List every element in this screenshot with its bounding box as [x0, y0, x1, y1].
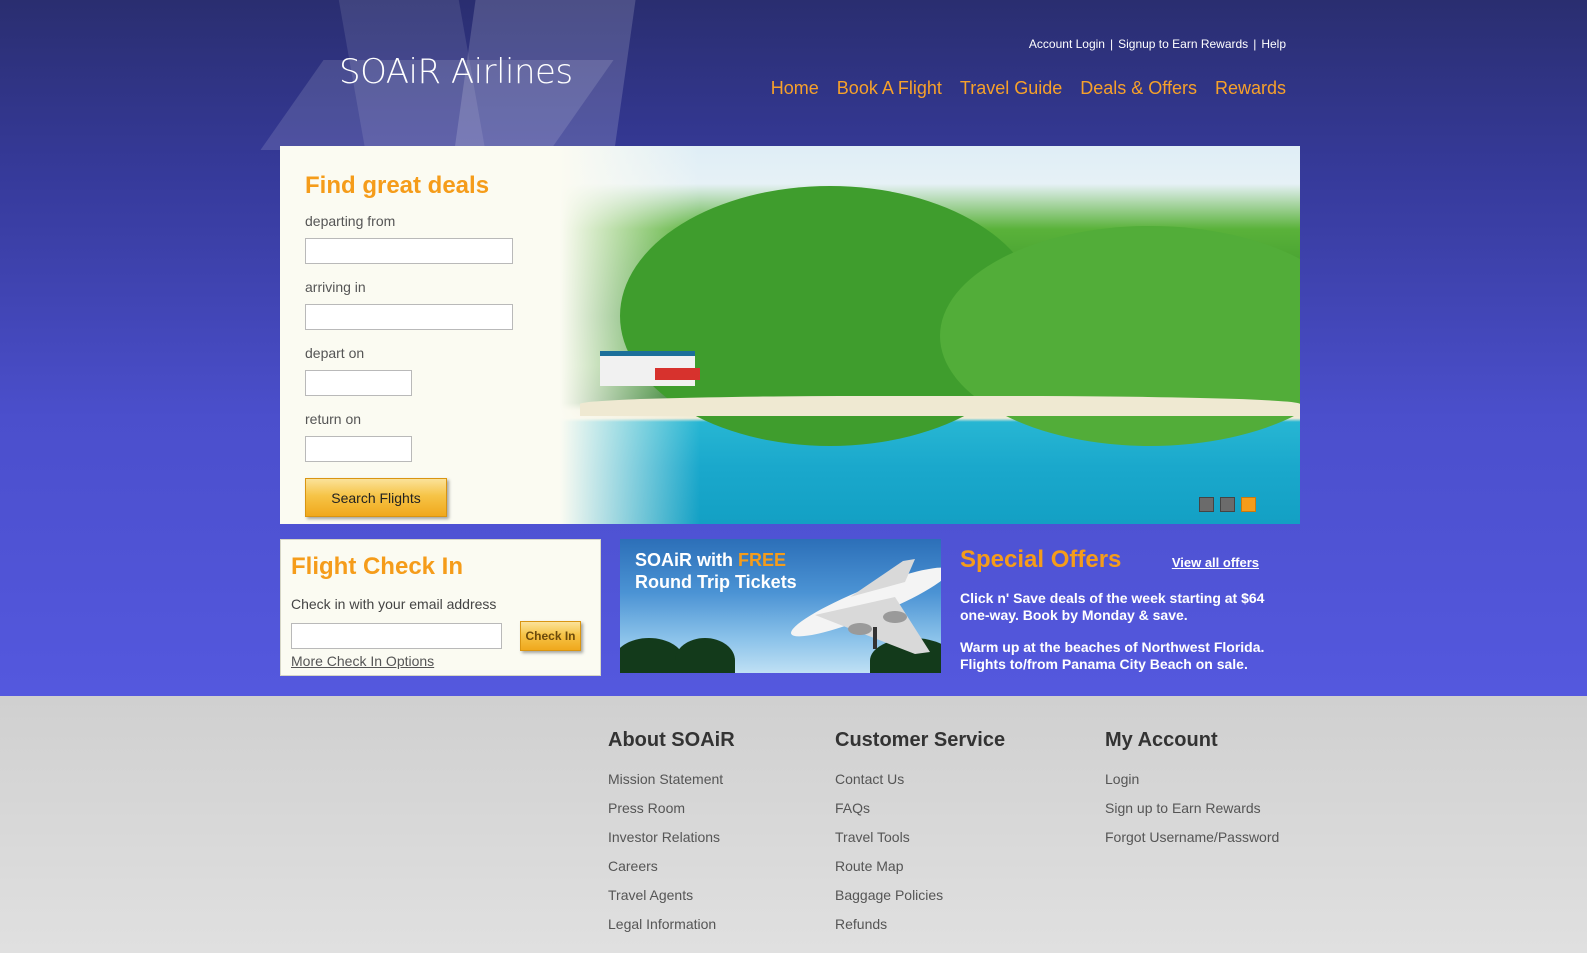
footer-service-column: Customer Service Contact Us FAQs Travel … [835, 729, 1005, 945]
footer-link-legal[interactable]: Legal Information [608, 916, 735, 933]
depart-date-label: depart on [305, 345, 365, 361]
footer-link-login[interactable]: Login [1105, 771, 1279, 788]
nav-book-a-flight[interactable]: Book A Flight [837, 78, 942, 99]
signup-rewards-link[interactable]: Signup to Earn Rewards [1118, 37, 1248, 51]
footer-link-travel-agents[interactable]: Travel Agents [608, 887, 735, 904]
footer-link-route-map[interactable]: Route Map [835, 858, 1005, 875]
slider-dot-2[interactable] [1220, 497, 1235, 512]
offers-header: Special Offers View all offers [960, 546, 1290, 574]
hero-panel: Find great deals departing from arriving… [280, 146, 1300, 524]
nav-deals-offers[interactable]: Deals & Offers [1080, 78, 1197, 99]
arriving-label: arriving in [305, 279, 366, 295]
footer-link-baggage[interactable]: Baggage Policies [835, 887, 1005, 904]
special-offers-panel: Special Offers View all offers Click n' … [960, 546, 1290, 673]
footer-link-investor-relations[interactable]: Investor Relations [608, 829, 735, 846]
footer-link-careers[interactable]: Careers [608, 858, 735, 875]
flight-checkin-panel: Flight Check In Check in with your email… [280, 539, 601, 676]
utility-separator: | [1253, 37, 1257, 51]
hero-red-roof [655, 368, 700, 380]
nav-rewards[interactable]: Rewards [1215, 78, 1286, 99]
palm-tree [675, 638, 735, 673]
promo-free-highlight: FREE [738, 550, 787, 570]
hero-beach-image [560, 146, 1300, 524]
footer-link-signup-rewards[interactable]: Sign up to Earn Rewards [1105, 800, 1279, 817]
promo-text: SOAiR with FREE Round Trip Tickets [635, 549, 797, 593]
promo-line1-prefix: SOAiR with [635, 550, 738, 570]
slider-dot-1[interactable] [1199, 497, 1214, 512]
header-banner-area: SOAiR Airlines Account Login | Signup to E… [0, 0, 1587, 696]
checkin-hint: Check in with your email address [291, 596, 497, 612]
departing-label: departing from [305, 213, 396, 229]
depart-date-input[interactable] [305, 370, 412, 396]
search-flights-button[interactable]: Search Flights [305, 478, 447, 517]
view-all-offers-link[interactable]: View all offers [1172, 555, 1259, 570]
footer-account-column: My Account Login Sign up to Earn Rewards… [1105, 729, 1279, 858]
site-footer: About SOAiR Mission Statement Press Room… [0, 696, 1587, 953]
departing-input[interactable] [305, 238, 513, 264]
main-nav: Home Book A Flight Travel Guide Deals & … [771, 78, 1286, 99]
checkin-row: Check In [291, 621, 590, 651]
footer-link-forgot-password[interactable]: Forgot Username/Password [1105, 829, 1279, 846]
nav-home[interactable]: Home [771, 78, 819, 99]
arriving-input[interactable] [305, 304, 513, 330]
site-logo[interactable]: SOAiR Airlines [339, 52, 573, 92]
footer-account-title: My Account [1105, 729, 1218, 751]
utility-separator: | [1109, 37, 1114, 51]
footer-link-refunds[interactable]: Refunds [835, 916, 1005, 933]
offers-title: Special Offers [960, 546, 1122, 573]
hero-beach [580, 396, 1300, 416]
slider-dot-3[interactable] [1241, 497, 1256, 512]
offer-item[interactable]: Warm up at the beaches of Northwest Flor… [960, 639, 1290, 673]
slider-dots [1199, 497, 1256, 512]
checkin-title: Flight Check In [291, 553, 464, 580]
free-tickets-promo-banner[interactable]: SOAiR with FREE Round Trip Tickets [620, 539, 941, 673]
account-login-link[interactable]: Account Login [1029, 37, 1105, 51]
more-checkin-options-link[interactable]: More Check In Options [291, 653, 434, 669]
footer-link-travel-tools[interactable]: Travel Tools [835, 829, 1005, 846]
footer-link-mission[interactable]: Mission Statement [608, 771, 735, 788]
checkin-email-input[interactable] [291, 623, 502, 649]
check-in-button[interactable]: Check In [520, 621, 581, 651]
promo-line2: Round Trip Tickets [635, 572, 797, 592]
return-date-label: return on [305, 411, 362, 427]
footer-link-contact[interactable]: Contact Us [835, 771, 1005, 788]
deals-title: Find great deals [305, 172, 490, 199]
footer-link-press-room[interactable]: Press Room [608, 800, 735, 817]
return-date-input[interactable] [305, 436, 412, 462]
footer-about-title: About SOAiR [608, 729, 735, 751]
help-link[interactable]: Help [1261, 37, 1286, 51]
deal-search-form: Find great deals departing from arriving… [305, 172, 565, 517]
footer-about-column: About SOAiR Mission Statement Press Room… [608, 729, 735, 945]
utility-links: Account Login | Signup to Earn Rewards | Hel… [1029, 37, 1286, 51]
footer-link-faqs[interactable]: FAQs [835, 800, 1005, 817]
nav-travel-guide[interactable]: Travel Guide [960, 78, 1062, 99]
footer-service-title: Customer Service [835, 729, 1006, 751]
offer-item[interactable]: Click n' Save deals of the week starting… [960, 590, 1290, 624]
